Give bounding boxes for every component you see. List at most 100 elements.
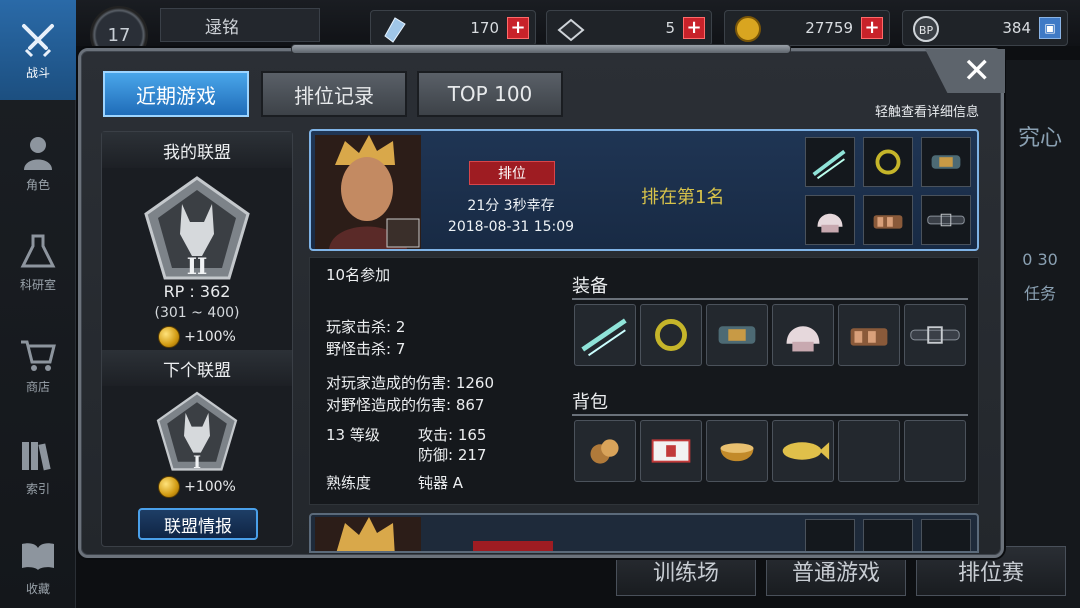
equip-slot [863, 137, 913, 187]
backpack-divider [572, 414, 968, 416]
tab-top-100[interactable]: TOP 100 [417, 71, 563, 117]
add-crystal-button[interactable]: + [507, 17, 529, 39]
helmet-icon [786, 326, 820, 352]
equipment-slot[interactable] [640, 304, 702, 366]
monster-kills: 野怪击杀: 7 [326, 340, 406, 358]
equip-slot [805, 519, 855, 551]
game-mode-tag: 排位 [469, 161, 555, 185]
mastery-label: 熟练度 [326, 474, 372, 492]
backpack-slot-empty[interactable] [838, 420, 900, 482]
nav-label: 科研室 [19, 277, 56, 292]
backpack-slot[interactable] [574, 420, 636, 482]
nav-item-shop[interactable]: 商店 [0, 314, 76, 414]
next-league-bonus: +100% [102, 476, 292, 498]
backpack-slot[interactable] [772, 420, 834, 482]
rp-value: RP : 362 [163, 282, 231, 301]
nav-item-lab[interactable]: 科研室 [0, 212, 76, 312]
bg-text: 0 30 [1022, 250, 1058, 269]
mastery-value: 钝器 A [418, 474, 464, 492]
gold-coin-icon [158, 326, 181, 348]
ring-icon [655, 319, 687, 351]
resource-value: 384 [1002, 19, 1031, 37]
backpack-title: 背包 [572, 392, 608, 413]
bandage-box-icon [651, 439, 691, 463]
match-detail-panel: 10名参加 玩家击杀: 2 野怪击杀: 7 对玩家造成的伤害: 1260 对野怪… [309, 257, 979, 505]
character-icon [24, 136, 52, 170]
game-mode-tag [473, 541, 553, 551]
gauntlet-icon [873, 215, 903, 229]
league-bonus: +100% [102, 326, 292, 348]
backpack-slot[interactable] [640, 420, 702, 482]
tab-ranked-record[interactable]: 排位记录 [261, 71, 407, 117]
nav-item-index[interactable]: 索引 [0, 416, 76, 516]
blade-icon [812, 149, 846, 180]
equip-slot [805, 195, 855, 245]
resource-value: 27759 [805, 19, 853, 37]
defense-stat: 防御: 217 [418, 446, 487, 464]
rp-range: (301 ~ 400) [154, 305, 240, 321]
my-league-title: 我的联盟 [102, 132, 292, 168]
bg-text: 任务 [1023, 284, 1056, 303]
resource-crystal: 170 + [370, 10, 536, 46]
helmet-icon [817, 213, 843, 233]
add-gold-button[interactable]: + [861, 17, 883, 39]
player-kills: 玩家击杀: 2 [326, 318, 406, 336]
equip-slot [863, 195, 913, 245]
league-rank-numeral: II [187, 254, 208, 280]
equipment-slot[interactable] [772, 304, 834, 366]
equip-slot [863, 519, 913, 551]
bracer-icon [931, 155, 961, 169]
resource-value: 5 [665, 19, 675, 37]
resource-gold: 27759 + [724, 10, 890, 46]
resource-token: 5 + [546, 10, 712, 46]
attack-stat: 攻击: 165 [418, 426, 487, 444]
character-level: 13 等级 [326, 426, 380, 444]
backpack-slot[interactable] [706, 420, 768, 482]
close-button[interactable]: ✕ [925, 49, 1005, 93]
bp-info-button[interactable]: ▣ [1039, 17, 1061, 39]
bp-icon: BP [913, 16, 939, 42]
ring-icon [875, 149, 901, 175]
damage-to-players: 对玩家造成的伤害: 1260 [326, 374, 494, 392]
side-navigation: 战斗 角色 科研室 商店 索引 收藏 [0, 0, 76, 608]
bonus-value: +100% [184, 479, 236, 495]
match-card[interactable] [309, 513, 979, 553]
nav-label: 角色 [25, 177, 50, 192]
nav-label: 战斗 [25, 65, 50, 80]
character-portrait [315, 135, 421, 249]
cookies-icon [590, 439, 619, 464]
book-icon [22, 542, 54, 570]
belt-icon [910, 326, 960, 344]
equipment-slot[interactable] [904, 304, 966, 366]
final-rank: 排在第1名 [641, 187, 725, 208]
match-history-modal: ✕ 近期游戏 排位记录 TOP 100 轻触查看详细信息 我的联盟 II RP … [78, 44, 1005, 558]
bg-text: 究心 [1017, 126, 1062, 151]
player-name: 逯铭 [160, 8, 320, 42]
damage-to-monsters: 对野怪造成的伤害: 867 [326, 396, 485, 414]
nav-item-character[interactable]: 角色 [0, 112, 76, 212]
backpack-slot-empty[interactable] [904, 420, 966, 482]
equipment-slot[interactable] [838, 304, 900, 366]
nav-label: 收藏 [25, 581, 50, 596]
character-portrait-image [315, 135, 421, 249]
bowl-icon [720, 443, 754, 462]
nav-label: 索引 [25, 481, 50, 496]
bonus-value: +100% [184, 329, 236, 345]
equip-slot [921, 195, 971, 245]
cart-icon [21, 340, 56, 371]
equipment-slot[interactable] [706, 304, 768, 366]
league-panel: 我的联盟 II RP : 362 (301 ~ 400) +100% 下个联盟 … [101, 131, 293, 547]
add-token-button[interactable]: + [683, 17, 705, 39]
gold-coin-icon [735, 16, 761, 42]
character-portrait-image [315, 517, 421, 551]
tab-recent-games[interactable]: 近期游戏 [103, 71, 249, 117]
nav-item-battle[interactable]: 战斗 [0, 0, 76, 100]
league-info-button[interactable]: 联盟情报 [138, 508, 258, 540]
match-card[interactable]: 排位 21分 3秒幸存 2018-08-31 15:09 排在第1名 [309, 129, 979, 251]
equipment-title: 装备 [572, 276, 608, 297]
equipment-slot[interactable] [574, 304, 636, 366]
wolf-emblem-icon: I [156, 391, 238, 472]
modal-handle [291, 44, 791, 54]
equip-slot [921, 519, 971, 551]
nav-item-collection[interactable]: 收藏 [0, 516, 76, 608]
